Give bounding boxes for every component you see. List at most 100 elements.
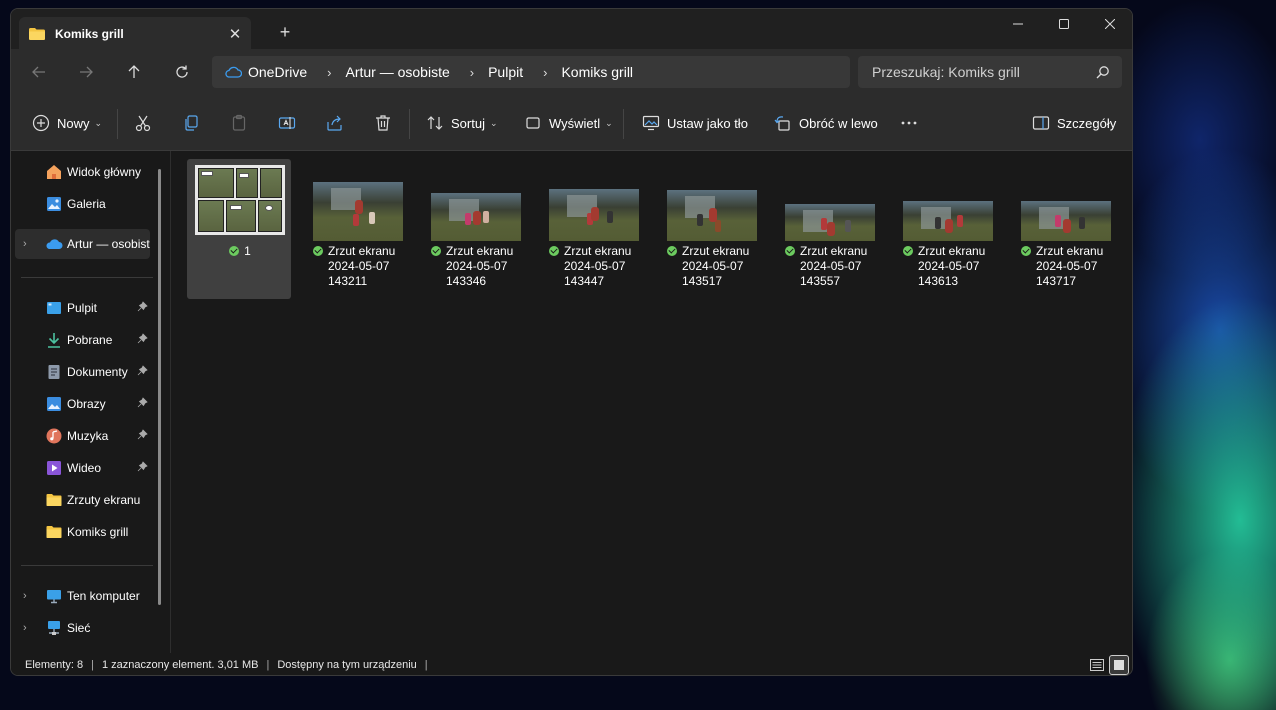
sidebar-scrollbar[interactable] [158,169,161,605]
view-button[interactable]: Wyświetl ⌄ [523,109,613,137]
file-item[interactable]: Zrzut ekranu 2024-05-07 143346 [423,159,527,299]
trash-icon [376,115,390,131]
search-input[interactable]: Przeszukaj: Komiks grill [858,56,1122,88]
pin-icon[interactable] [137,365,148,376]
arrow-right-icon [80,66,93,78]
synced-check-icon [667,246,677,256]
cut-button[interactable] [133,109,153,137]
set-as-background-button[interactable]: Ustaw jako tło [641,109,748,137]
synced-check-icon [785,246,795,256]
large-icons-view-button[interactable] [1109,655,1129,675]
chevron-right-icon[interactable]: › [543,65,547,80]
sidebar-item-music[interactable]: Muzyka [15,421,150,451]
status-divider: | [91,659,94,671]
breadcrumb-artur[interactable]: Artur — osobiste [345,64,449,80]
close-tab-icon[interactable]: ✕ [223,25,247,43]
character-figure [715,220,721,232]
close-window-button[interactable] [1087,9,1132,39]
synced-check-icon [549,246,559,256]
sidebar-item-onedrive[interactable]: › Artur — osobist [15,229,150,259]
paste-button[interactable] [229,109,249,137]
sidebar-item-desktop[interactable]: Pulpit [15,293,150,323]
file-item[interactable]: Zrzut ekranu 2024-05-07 143717 [1013,159,1117,299]
file-name: Zrzut ekranu [328,244,396,258]
file-name-time: 143447 [564,274,605,288]
rotate-left-button[interactable]: Obróć w lewo [773,109,878,137]
chevron-right-icon[interactable]: › [23,622,27,634]
up-button[interactable] [119,59,149,85]
character-figure [957,215,963,227]
sidebar-item-network[interactable]: › Sieć [15,613,150,643]
breadcrumb-komiks-grill[interactable]: Komiks grill [561,64,633,80]
file-name-time: 143557 [800,274,841,288]
details-pane-button[interactable]: Szczegóły [1031,109,1116,137]
pin-icon[interactable] [137,429,148,440]
file-item[interactable]: Zrzut ekranu 2024-05-07 143613 [895,159,999,299]
sidebar-item-pictures[interactable]: Obrazy [15,389,150,419]
forward-button[interactable] [71,59,101,85]
pin-icon[interactable] [137,301,148,312]
chevron-right-icon[interactable]: › [23,590,27,602]
file-thumbnail [785,204,875,241]
file-name-date: 2024-05-07 [800,259,862,273]
file-item[interactable]: Zrzut ekranu 2024-05-07 143557 [777,159,881,299]
sidebar-item-gallery[interactable]: Galeria [15,189,150,219]
file-item[interactable]: 1 [187,159,291,299]
selection-info: 1 zaznaczony element. 3,01 MB [101,659,259,671]
rename-button[interactable] [277,109,297,137]
sidebar-item-screenshots[interactable]: Zrzuty ekranu [15,485,150,515]
sidebar-item-komiks-grill[interactable]: Komiks grill [15,517,150,547]
rotate-left-icon [774,116,790,131]
sort-button[interactable]: Sortuj ⌄ [425,109,498,137]
minimize-button[interactable] [995,9,1041,39]
folder-icon [29,27,45,40]
computer-icon [47,590,61,604]
back-button[interactable] [24,59,54,85]
pin-icon[interactable] [137,461,148,472]
file-name-date: 2024-05-07 [1036,259,1098,273]
network-icon [48,621,60,635]
tab-komiks-grill[interactable]: Komiks grill ✕ [19,17,251,50]
chevron-right-icon[interactable]: › [470,65,474,80]
sidebar-item-home[interactable]: Widok główny [15,157,150,187]
chevron-right-icon[interactable]: › [327,65,331,80]
speech-bubble [265,205,273,211]
file-name-date: 2024-05-07 [328,259,390,273]
comic-panel [198,200,224,232]
more-options-button[interactable] [899,109,919,137]
sidebar-item-videos[interactable]: Wideo [15,453,150,483]
pin-icon[interactable] [137,397,148,408]
file-item[interactable]: Zrzut ekranu 2024-05-07 143517 [659,159,763,299]
sidebar-item-label: Ten komputer [67,589,140,603]
refresh-button[interactable] [167,59,197,85]
file-thumbnail [903,201,993,241]
file-item[interactable]: Zrzut ekranu 2024-05-07 143447 [541,159,645,299]
documents-icon [48,365,60,379]
pin-icon[interactable] [137,333,148,344]
sidebar-item-this-pc[interactable]: › Ten komputer [15,581,150,611]
file-name: Zrzut ekranu [918,244,986,258]
sidebar-item-downloads[interactable]: Pobrane [15,325,150,355]
address-bar[interactable]: OneDrive › Artur — osobiste › Pulpit › K… [212,56,850,88]
chevron-down-icon: ⌄ [489,117,498,128]
file-thumbnail [313,182,403,241]
delete-button[interactable] [373,109,393,137]
share-button[interactable] [325,109,345,137]
sidebar-item-label: Widok główny [67,165,142,179]
sidebar-item-documents[interactable]: Dokumenty [15,357,150,387]
speech-bubble [239,173,249,178]
maximize-button[interactable] [1041,9,1087,39]
copy-button[interactable] [181,109,201,137]
chevron-right-icon[interactable]: › [23,238,27,250]
file-item[interactable]: Zrzut ekranu 2024-05-07 143211 [305,159,409,299]
breadcrumb-pulpit[interactable]: Pulpit [488,64,523,80]
file-thumbnail [549,189,639,241]
download-icon [48,333,60,348]
comic-panel [260,168,282,198]
title-bar: Komiks grill ✕ + [11,9,1132,50]
folder-icon [46,526,62,538]
new-button[interactable]: Nowy ⌄ [31,109,102,137]
new-tab-button[interactable]: + [273,20,297,44]
breadcrumb-onedrive[interactable]: OneDrive [248,64,307,80]
details-view-button[interactable] [1087,655,1107,675]
